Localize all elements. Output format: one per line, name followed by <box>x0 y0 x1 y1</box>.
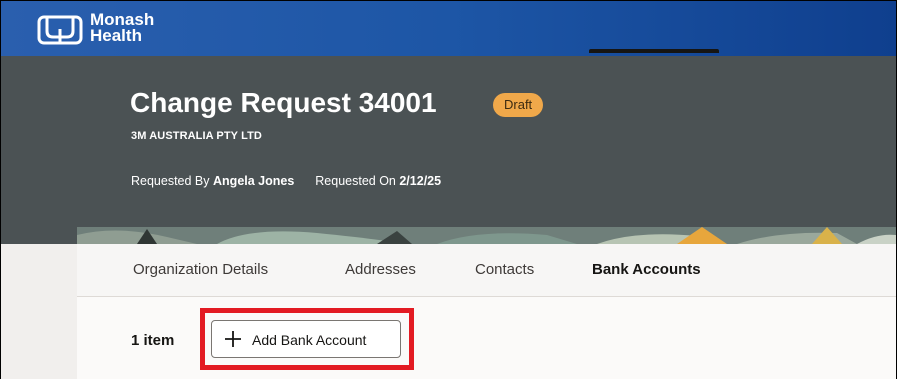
side-area <box>1 297 77 379</box>
brand-line-2: Health <box>90 26 142 45</box>
status-badge: Draft <box>493 93 544 117</box>
item-count: 1 item <box>131 332 175 349</box>
request-meta: Requested By Angela Jones Requested On 2… <box>131 174 441 188</box>
tab-bank-accounts[interactable]: Bank Accounts <box>592 261 701 278</box>
requested-on-label: Requested On <box>315 174 396 188</box>
add-bank-account-label: Add Bank Account <box>252 332 367 348</box>
page-title: Change Request 34001 <box>130 87 437 118</box>
add-bank-account-button[interactable]: Add Bank Account <box>211 320 401 358</box>
requested-by-value: Angela Jones <box>213 174 295 188</box>
requested-on-value: 2/12/25 <box>399 174 442 188</box>
tab-addresses[interactable]: Addresses <box>345 261 416 278</box>
tab-contacts[interactable]: Contacts <box>475 261 534 278</box>
page-header <box>1 56 896 244</box>
active-tab-indicator <box>589 49 719 53</box>
tab-organization-details[interactable]: Organization Details <box>133 261 268 278</box>
top-bar: Monash Health <box>1 1 896 56</box>
requested-by-label: Requested By <box>131 174 210 188</box>
tab-bar: Organization Details Addresses Contacts … <box>77 244 896 297</box>
banner-decoration <box>77 227 896 244</box>
brand-name[interactable]: Monash Health <box>90 11 154 45</box>
monash-logo-icon[interactable] <box>37 15 83 45</box>
plus-icon <box>225 331 241 347</box>
company-name: 3M AUSTRALIA PTY LTD <box>131 130 262 142</box>
